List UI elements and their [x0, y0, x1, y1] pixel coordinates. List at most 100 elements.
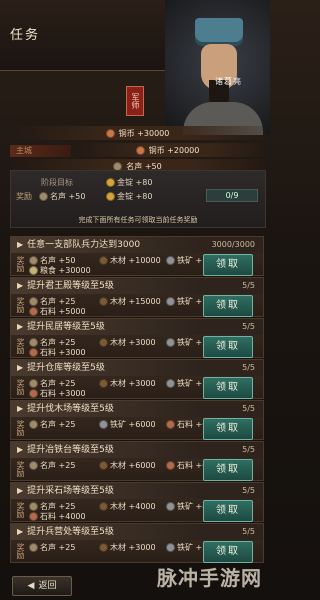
fame-icon — [29, 502, 38, 511]
fame-icon — [29, 338, 38, 347]
claim-button[interactable]: 领取 — [203, 377, 253, 399]
seal-stamp: 军师 — [126, 86, 144, 116]
task-title-bar: ▶ 提升兵营处等级至5级 5/5 — [11, 524, 263, 540]
task-title: 提升民居等级至5级 — [27, 322, 105, 332]
reward-bar-2-text: 铜币 +20000 — [148, 145, 200, 155]
stone-icon — [29, 389, 38, 398]
task-reward: 木材 +3000 — [99, 378, 156, 389]
character-name: 诸葛亮 — [215, 77, 242, 86]
task-title: 提升采石场等级至5级 — [27, 486, 114, 496]
task-card: ▶ 提升兵营处等级至5级 5/5 奖励 名声 +25 木材 +3000 铁矿 +3000 领取 — [10, 523, 264, 563]
stone-icon — [29, 348, 38, 357]
reward-bar-2: 铜币 +20000 — [70, 143, 265, 157]
iron-icon — [166, 338, 175, 347]
wood-icon — [99, 502, 108, 511]
task-progress: 5/5 — [242, 527, 255, 536]
claim-button[interactable]: 领取 — [203, 459, 253, 481]
task-title: 提升冶铁台等级至5级 — [27, 445, 114, 455]
task-progress: 5/5 — [242, 322, 255, 331]
stone-icon — [29, 512, 38, 521]
task-reward: 木材 +15000 — [99, 296, 161, 307]
claim-button[interactable]: 领取 — [203, 336, 253, 358]
task-progress: 5/5 — [242, 486, 255, 495]
task-reward-label: 奖励 — [16, 297, 25, 313]
stage-gold: 金锭 +80 — [106, 191, 152, 202]
task-reward: 木材 +10000 — [99, 255, 161, 266]
back-button[interactable]: ◀ 返回 — [12, 576, 72, 596]
claim-button[interactable]: 领取 — [203, 254, 253, 276]
task-title: 提升仓库等级至5级 — [27, 363, 105, 373]
task-progress: 5/5 — [242, 281, 255, 290]
stone-icon — [29, 307, 38, 316]
stone-icon — [166, 461, 175, 470]
stage-gold-top: 金锭 +80 — [106, 177, 152, 188]
stage-tag: 主城 — [10, 145, 71, 157]
task-arrow-icon: ▶ — [17, 404, 24, 413]
fame-icon — [29, 461, 38, 470]
task-reward: 名声 +25 — [29, 542, 75, 553]
claim-button[interactable]: 领取 — [203, 500, 253, 522]
task-card: ▶ 提升冶铁台等级至5级 5/5 奖励 名声 +25 木材 +6000 石料 +6000 领取 — [10, 441, 264, 481]
wood-icon — [99, 543, 108, 552]
copper-coin-icon — [105, 128, 115, 138]
task-card: ▶ 提升采石场等级至5级 5/5 奖励 名声 +25 木材 +4000 铁矿 +4000 石料… — [10, 482, 264, 522]
iron-icon — [166, 256, 175, 265]
task-progress: 5/5 — [242, 445, 255, 454]
gold-icon — [106, 178, 115, 187]
task-arrow-icon: ▶ — [17, 322, 24, 331]
stage-panel: 阶段目标 金锭 +80 奖励 名声 +50 金锭 +80 0/9 完成下面所有任… — [10, 170, 266, 228]
task-progress: 5/5 — [242, 363, 255, 372]
fame-icon — [29, 379, 38, 388]
task-title: 提升兵营处等级至5级 — [27, 527, 114, 537]
task-reward: 石料 +4000 — [29, 511, 86, 522]
task-reward-label: 奖励 — [16, 502, 25, 518]
wood-icon — [99, 256, 108, 265]
task-reward: 铁矿 +6000 — [99, 419, 156, 430]
stage-note: 完成下面所有任务可领取当前任务奖励 — [78, 216, 198, 224]
task-title-bar: ▶ 提升君王殿等级至5级 5/5 — [11, 278, 263, 294]
task-title: 任意一支部队兵力达到3000 — [27, 240, 141, 250]
stone-icon — [166, 420, 175, 429]
fame-icon — [29, 420, 38, 429]
task-title-bar: ▶ 任意一支部队兵力达到3000 3000/3000 — [11, 237, 263, 253]
wood-icon — [99, 297, 108, 306]
iron-icon — [166, 502, 175, 511]
task-reward: 石料 +3000 — [29, 347, 86, 358]
back-button-label: 返回 — [38, 581, 57, 591]
stage-fame: 名声 +50 — [39, 191, 85, 202]
task-reward: 木材 +4000 — [99, 501, 156, 512]
task-title-bar: ▶ 提升冶铁台等级至5级 5/5 — [11, 442, 263, 458]
iron-icon — [166, 297, 175, 306]
task-arrow-icon: ▶ — [17, 486, 24, 495]
character-portrait — [165, 0, 270, 135]
fame-icon — [29, 256, 38, 265]
task-title-bar: ▶ 提升仓库等级至5级 5/5 — [11, 360, 263, 376]
wood-icon — [99, 379, 108, 388]
stage-title: 阶段目标 — [41, 178, 73, 187]
task-reward: 名声 +25 — [29, 419, 75, 430]
claim-button[interactable]: 领取 — [203, 295, 253, 317]
wood-icon — [99, 338, 108, 347]
stage-side-label: 奖励 — [16, 192, 32, 201]
food-icon — [29, 266, 38, 275]
task-reward-label: 奖励 — [16, 461, 25, 477]
gold-icon — [106, 192, 115, 201]
task-arrow-icon: ▶ — [17, 363, 24, 372]
task-title-bar: ▶ 提升民居等级至5级 5/5 — [11, 319, 263, 335]
iron-icon — [166, 379, 175, 388]
task-arrow-icon: ▶ — [17, 445, 24, 454]
task-title: 提升伐木场等级至5级 — [27, 404, 114, 414]
fame-icon — [29, 543, 38, 552]
fame-icon — [29, 297, 38, 306]
task-reward-label: 奖励 — [16, 420, 25, 436]
reward-bar-1: 铜币 +30000 — [10, 126, 265, 140]
claim-button[interactable]: 领取 — [203, 541, 253, 563]
task-reward: 粮食 +30000 — [29, 265, 91, 276]
iron-icon — [166, 543, 175, 552]
task-card: ▶ 提升仓库等级至5级 5/5 奖励 名声 +25 木材 +3000 铁矿 +3000 石料 … — [10, 359, 264, 399]
task-reward: 石料 +3000 — [29, 388, 86, 399]
watermark: 脉冲手游网 — [157, 566, 262, 590]
task-reward-label: 奖励 — [16, 543, 25, 559]
task-title-bar: ▶ 提升伐木场等级至5级 5/5 — [11, 401, 263, 417]
claim-button[interactable]: 领取 — [203, 418, 253, 440]
